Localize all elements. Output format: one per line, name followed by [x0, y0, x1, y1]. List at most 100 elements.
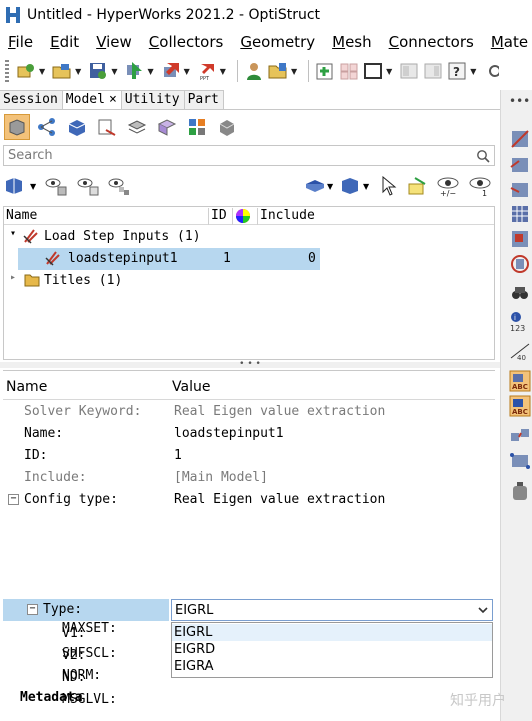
search-input[interactable]: Search [8, 148, 53, 163]
chevron-down-icon[interactable]: ▼ [30, 182, 36, 191]
more-tools-icon[interactable]: ••• [509, 94, 531, 116]
chevron-down-icon[interactable]: ▼ [291, 67, 297, 76]
tree-row-loadstepinput1[interactable]: loadstepinput1 1 0 [18, 248, 320, 270]
collapse-arrow-icon[interactable]: ▾ [10, 228, 16, 239]
page-layout-icon[interactable] [362, 60, 384, 82]
color-wheel-icon [236, 209, 250, 223]
component-view-icon[interactable] [64, 114, 90, 140]
open-folder-icon[interactable] [267, 60, 289, 82]
user-profile-icon[interactable] [243, 60, 265, 82]
numbers-icon[interactable]: i 123 [509, 310, 531, 332]
new-page-icon[interactable] [314, 60, 336, 82]
column-name[interactable]: Name [4, 208, 209, 225]
color-assembly-icon[interactable] [184, 114, 210, 140]
tab-close-icon[interactable]: × [109, 92, 117, 107]
constraint-icon[interactable] [509, 153, 531, 175]
row-id[interactable]: ID: 1 [3, 445, 495, 467]
tab-utility[interactable]: Utility [121, 90, 185, 110]
menu-edit[interactable]: Edit [50, 33, 79, 51]
view-type-icon[interactable]: ▼ [340, 174, 369, 198]
measure-icon[interactable]: 40 [509, 340, 531, 362]
row-norm[interactable]: NORM: [3, 665, 495, 687]
assembly-view-icon[interactable] [124, 114, 150, 140]
menu-view[interactable]: View [96, 33, 132, 51]
toolbar-grip[interactable] [5, 60, 9, 82]
label-abc-icon[interactable]: ABC [509, 370, 531, 392]
isolate-eye-icon[interactable] [76, 174, 100, 198]
find-icon[interactable] [509, 282, 531, 304]
menu-collectors[interactable]: Collectors [149, 33, 224, 51]
option-eigrl[interactable]: EIGRL [172, 624, 492, 641]
column-color[interactable] [233, 208, 258, 225]
export-ppt-icon[interactable]: PPT [196, 60, 218, 82]
column-id[interactable]: ID [209, 208, 233, 225]
tree-row-load-step-inputs[interactable]: ▾ Load Step Inputs (1) [4, 226, 494, 248]
mesh-view-icon[interactable] [154, 114, 180, 140]
menu-geometry[interactable]: Geometry [240, 33, 315, 51]
panel-splitter[interactable]: • • • [0, 360, 500, 369]
collapse-icon[interactable]: − [27, 604, 38, 615]
row-shfscl[interactable]: SHFSCL: [3, 643, 495, 665]
load-collector-icon[interactable] [509, 128, 531, 150]
chevron-down-icon[interactable] [477, 604, 489, 616]
reverse-eye-icon[interactable] [107, 174, 131, 198]
mass-weight-icon[interactable] [509, 480, 531, 502]
chevron-down-icon[interactable]: ▼ [184, 67, 190, 76]
chevron-down-icon[interactable]: ▼ [111, 67, 117, 76]
chevron-down-icon[interactable]: ▼ [386, 67, 392, 76]
row-config-type[interactable]: − Config type: Real Eigen value extracti… [3, 489, 495, 511]
connectivity-icon[interactable] [34, 114, 60, 140]
chevron-down-icon[interactable]: ▼ [470, 67, 476, 76]
search-icon[interactable] [476, 149, 490, 163]
view-mode-icon[interactable]: ▼ [4, 174, 36, 198]
chevron-down-icon[interactable]: ▼ [75, 67, 81, 76]
import-icon[interactable] [123, 60, 145, 82]
export-icon[interactable] [160, 60, 182, 82]
menu-file[interactable]: File [8, 33, 33, 51]
chevron-down-icon[interactable]: ▼ [327, 182, 333, 191]
beam-icon[interactable] [509, 450, 531, 472]
collapse-icon[interactable]: − [8, 494, 19, 505]
display-component-icon[interactable]: ▼ [304, 174, 333, 198]
tab-session[interactable]: Session [0, 90, 63, 110]
select-cursor-icon[interactable] [381, 174, 397, 198]
delete-page-icon[interactable] [338, 60, 360, 82]
parts-library-icon[interactable] [214, 114, 240, 140]
search-box[interactable]: Search [3, 145, 495, 166]
column-include[interactable]: Include [258, 208, 318, 225]
open-model-icon[interactable] [51, 60, 73, 82]
tab-model[interactable]: Model × [62, 90, 122, 110]
no-entry-icon[interactable] [509, 253, 531, 275]
row-metadata[interactable]: Metadata [3, 687, 495, 709]
new-model-icon[interactable] [15, 60, 37, 82]
model-view-icon[interactable] [4, 114, 30, 140]
tree-row-titles[interactable]: ▸ Titles (1) [4, 270, 494, 292]
chevron-down-icon[interactable]: ▼ [147, 67, 153, 76]
pressure-icon[interactable] [509, 203, 531, 225]
tab-part[interactable]: Part [184, 90, 224, 110]
label-abc-alt-icon[interactable]: ABC [509, 395, 531, 417]
row-name[interactable]: Name: loadstepinput1 [3, 423, 495, 445]
toolbar-overflow-icon[interactable] [482, 60, 504, 82]
include-view-icon[interactable] [94, 114, 120, 140]
save-model-icon[interactable] [87, 60, 109, 82]
type-select[interactable]: EIGRL [171, 599, 493, 621]
row-maxset[interactable]: MAXSET: [3, 621, 495, 721]
highlight-icon[interactable] [406, 174, 428, 198]
show-all-eye-icon[interactable] [44, 174, 68, 198]
connector-icon[interactable] [509, 425, 531, 447]
window-split-icon[interactable] [398, 60, 420, 82]
menu-connectors[interactable]: Connectors [389, 33, 474, 51]
chevron-down-icon[interactable]: ▼ [39, 67, 45, 76]
chevron-down-icon[interactable]: ▼ [220, 67, 226, 76]
expand-arrow-icon[interactable]: ▸ [10, 272, 16, 283]
show-hide-eye-icon[interactable]: +/− [434, 174, 462, 198]
force-icon[interactable] [509, 178, 531, 200]
menu-mesh[interactable]: Mesh [332, 33, 372, 51]
window-tile-icon[interactable] [422, 60, 444, 82]
temperature-icon[interactable] [509, 228, 531, 250]
show-one-eye-icon[interactable]: 1 [466, 174, 494, 198]
help-icon[interactable]: ? [446, 60, 468, 82]
chevron-down-icon[interactable]: ▼ [363, 182, 369, 191]
menu-materials[interactable]: Mate [491, 33, 528, 51]
